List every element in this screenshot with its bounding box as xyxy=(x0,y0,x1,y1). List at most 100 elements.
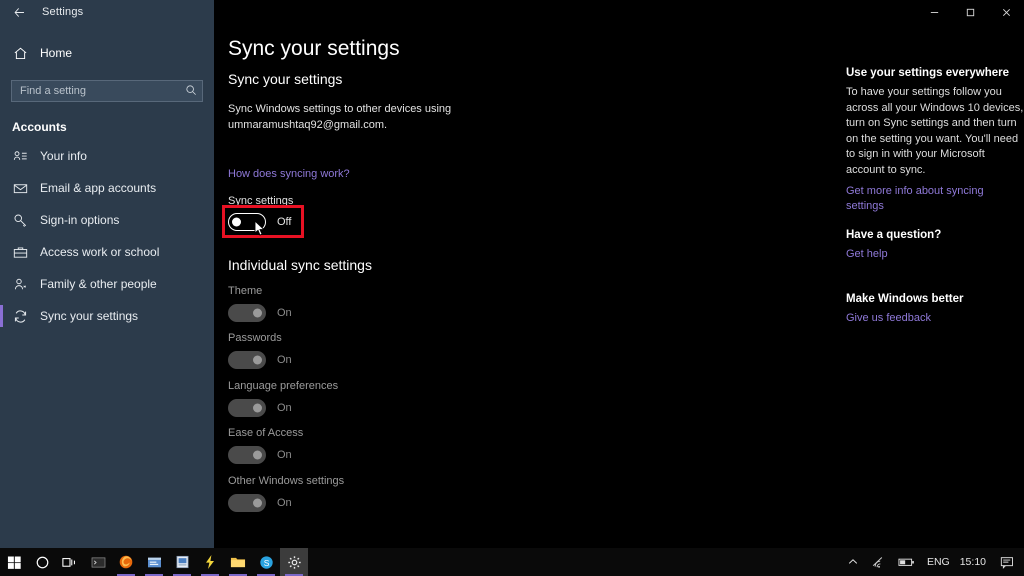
battery-icon[interactable] xyxy=(892,548,921,576)
person-info-icon xyxy=(12,148,28,164)
briefcase-icon xyxy=(12,244,28,260)
close-button[interactable] xyxy=(988,0,1024,24)
app-console[interactable] xyxy=(84,548,112,576)
app-firefox[interactable] xyxy=(112,548,140,576)
start-button[interactable] xyxy=(0,548,28,576)
back-arrow-icon[interactable] xyxy=(0,0,38,24)
sync-item-label: Theme xyxy=(228,285,292,297)
people-icon xyxy=(12,276,28,292)
help-block-settings-everywhere: Use your settings everywhere To have you… xyxy=(846,67,1024,214)
maximize-button[interactable] xyxy=(952,0,988,24)
settings-window: Settings Home xyxy=(0,0,1024,548)
sync-icon xyxy=(12,308,28,324)
minimize-button[interactable] xyxy=(916,0,952,24)
sync-description: Sync Windows settings to other devices u… xyxy=(228,101,558,133)
sidebar-item-access-work-or-school[interactable]: Access work or school xyxy=(0,236,214,268)
other-windows-settings-toggle-state: On xyxy=(277,497,292,509)
action-center-icon[interactable] xyxy=(994,548,1020,576)
help-title: Have a question? xyxy=(846,229,1024,241)
sidebar-item-label: Your info xyxy=(40,149,87,163)
sidebar-item-email-app-accounts[interactable]: Email & app accounts xyxy=(0,172,214,204)
toggle-knob xyxy=(253,499,262,508)
toggle-knob xyxy=(253,451,262,460)
language-preferences-toggle[interactable] xyxy=(228,399,266,417)
sidebar: Home Accounts Your info Email & app xyxy=(0,24,214,548)
app-skype[interactable]: S xyxy=(252,548,280,576)
get-help-link[interactable]: Get help xyxy=(846,247,1024,262)
search-icon[interactable] xyxy=(185,84,197,99)
home-icon xyxy=(12,46,28,61)
help-title: Make Windows better xyxy=(846,293,1024,305)
how-does-syncing-work-link[interactable]: How does syncing work? xyxy=(228,168,350,180)
app-file-explorer[interactable] xyxy=(224,548,252,576)
language-preferences-toggle-state: On xyxy=(277,402,292,414)
sidebar-item-label: Sync your settings xyxy=(40,309,138,323)
help-body: To have your settings follow you across … xyxy=(846,85,1024,178)
sync-item-theme: Theme On xyxy=(228,285,292,322)
svg-text:S: S xyxy=(263,557,269,567)
taskbar: S ENG 15:10 xyxy=(0,548,1024,576)
mail-icon xyxy=(12,180,28,196)
toggle-knob xyxy=(232,218,241,227)
search-box[interactable] xyxy=(11,80,204,102)
window-controls xyxy=(214,0,1024,24)
app-settings[interactable] xyxy=(280,548,308,576)
passwords-toggle-state: On xyxy=(277,354,292,366)
toggle-knob xyxy=(253,404,262,413)
toggle-knob xyxy=(253,309,262,318)
help-block-question: Have a question? Get help xyxy=(846,229,1024,262)
app-document[interactable] xyxy=(168,548,196,576)
clock[interactable]: 15:10 xyxy=(956,556,994,568)
system-tray: ENG 15:10 xyxy=(841,548,1024,576)
sidebar-item-home[interactable]: Home xyxy=(0,38,214,68)
get-more-info-link[interactable]: Get more info about syncing settings xyxy=(846,184,1024,214)
give-us-feedback-link[interactable]: Give us feedback xyxy=(846,311,1024,326)
sidebar-home-label: Home xyxy=(40,46,72,60)
help-block-feedback: Make Windows better Give us feedback xyxy=(846,293,1024,326)
sync-item-label: Language preferences xyxy=(228,380,338,392)
sidebar-item-your-info[interactable]: Your info xyxy=(0,140,214,172)
page-title: Sync your settings xyxy=(228,37,400,61)
individual-sync-settings-heading: Individual sync settings xyxy=(228,257,372,273)
theme-toggle[interactable] xyxy=(228,304,266,322)
sync-item-toggle-row[interactable]: On xyxy=(228,351,292,369)
search-input[interactable] xyxy=(11,80,203,102)
theme-toggle-state: On xyxy=(277,307,292,319)
screen: Settings Home xyxy=(0,0,1024,576)
toggle-knob xyxy=(253,356,262,365)
sidebar-item-label: Sign-in options xyxy=(40,213,119,227)
sync-settings-toggle-state: Off xyxy=(277,216,291,228)
mouse-cursor xyxy=(254,220,266,237)
sync-item-label: Ease of Access xyxy=(228,427,303,439)
sidebar-section-title: Accounts xyxy=(12,120,214,134)
sync-item-toggle-row[interactable]: On xyxy=(228,494,344,512)
task-view-button[interactable] xyxy=(56,548,84,576)
sync-item-toggle-row[interactable]: On xyxy=(228,399,338,417)
app-bolt[interactable] xyxy=(196,548,224,576)
sync-item-other-windows-settings: Other Windows settings On xyxy=(228,475,344,512)
sync-item-toggle-row[interactable]: On xyxy=(228,304,292,322)
sync-item-toggle-row[interactable]: On xyxy=(228,446,303,464)
help-title: Use your settings everywhere xyxy=(846,67,1024,79)
sidebar-item-family-other-people[interactable]: Family & other people xyxy=(0,268,214,300)
sync-item-language-preferences: Language preferences On xyxy=(228,380,338,417)
other-windows-settings-toggle[interactable] xyxy=(228,494,266,512)
title-bar: Settings xyxy=(0,0,1024,24)
wifi-icon[interactable] xyxy=(865,548,892,576)
sync-item-ease-of-access: Ease of Access On xyxy=(228,427,303,464)
language-indicator[interactable]: ENG xyxy=(921,556,956,568)
sidebar-item-sync-your-settings[interactable]: Sync your settings xyxy=(0,300,214,332)
ease-of-access-toggle-state: On xyxy=(277,449,292,461)
sidebar-item-label: Email & app accounts xyxy=(40,181,156,195)
sidebar-item-sign-in-options[interactable]: Sign-in options xyxy=(0,204,214,236)
cortana-button[interactable] xyxy=(28,548,56,576)
app-window-blue[interactable] xyxy=(140,548,168,576)
title-bar-left: Settings xyxy=(0,0,214,24)
sync-settings-label: Sync settings xyxy=(228,195,293,207)
passwords-toggle[interactable] xyxy=(228,351,266,369)
sidebar-item-label: Family & other people xyxy=(40,277,157,291)
ease-of-access-toggle[interactable] xyxy=(228,446,266,464)
window-title: Settings xyxy=(42,6,83,18)
taskbar-buttons: S xyxy=(0,548,308,576)
chevron-up-icon[interactable] xyxy=(841,548,865,576)
